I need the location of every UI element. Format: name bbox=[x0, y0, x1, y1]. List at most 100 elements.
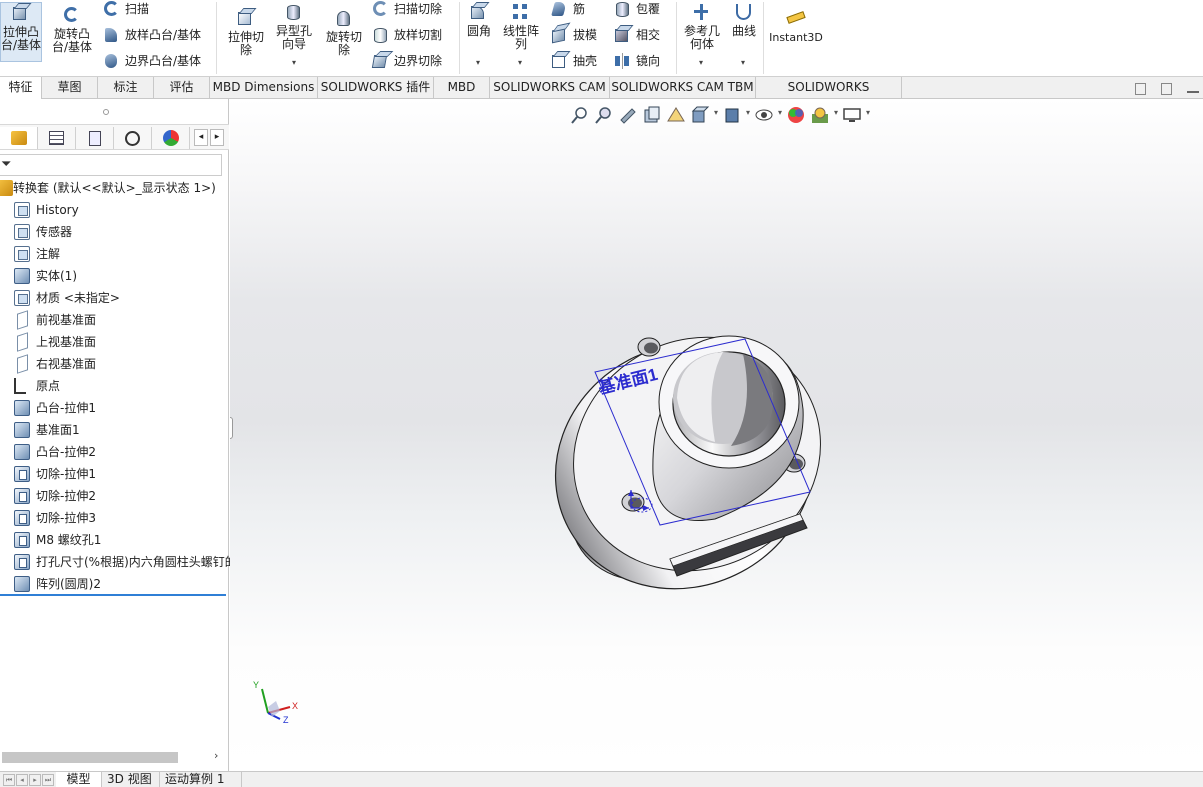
rib-button[interactable]: 筋 bbox=[549, 0, 585, 19]
tree-item[interactable]: 实体(1) bbox=[0, 265, 229, 287]
tree-item[interactable]: 注解 bbox=[0, 243, 229, 265]
linear-pattern-dropdown-icon[interactable]: ▾ bbox=[518, 58, 522, 67]
reference-geometry-button[interactable]: 参考几 何体 bbox=[680, 2, 724, 51]
zoom-to-fit-icon[interactable] bbox=[570, 105, 590, 125]
section-view-icon[interactable] bbox=[642, 105, 662, 125]
prev-tab-icon[interactable]: ◂ bbox=[16, 774, 28, 786]
tab-3d-views[interactable]: 3D 视图 bbox=[102, 772, 160, 787]
tree-item[interactable]: History bbox=[0, 199, 229, 221]
next-tab-icon[interactable]: ▸ bbox=[29, 774, 41, 786]
sweep-button[interactable]: 扫描 bbox=[101, 0, 149, 19]
dimxpert-manager-tab-icon[interactable] bbox=[114, 127, 152, 149]
fillet-button[interactable]: 圆角 bbox=[462, 2, 496, 38]
tree-item[interactable]: 切除-拉伸3 bbox=[0, 507, 229, 529]
hole-wizard-button[interactable]: 异型孔 向导 bbox=[272, 2, 316, 51]
manager-tabs: ◂ ▸ bbox=[0, 124, 229, 150]
tree-item[interactable]: 上视基准面 bbox=[0, 331, 229, 353]
tree-item[interactable]: 前视基准面 bbox=[0, 309, 229, 331]
display-style-icon[interactable] bbox=[722, 105, 750, 125]
previous-view-icon[interactable] bbox=[618, 105, 638, 125]
tree-item[interactable]: 打孔尺寸(%根据)内六角圆柱头螺钉的 bbox=[0, 551, 237, 573]
rollback-bar[interactable] bbox=[0, 594, 226, 596]
boundary-boss-button[interactable]: 边界凸台/基体 bbox=[101, 51, 201, 71]
wrap-button[interactable]: 包覆 bbox=[612, 0, 660, 19]
plane-icon bbox=[17, 310, 28, 330]
graphics-area[interactable]: 基准面1 X Y Z bbox=[230, 99, 1203, 771]
tab-model[interactable]: 模型 bbox=[56, 772, 102, 787]
tree-item[interactable]: 凸台-拉伸2 bbox=[0, 441, 229, 463]
view-orientation-icon[interactable] bbox=[690, 105, 718, 125]
tree-item[interactable]: 切除-拉伸1 bbox=[0, 463, 229, 485]
mirror-button[interactable]: 镜向 bbox=[612, 51, 660, 71]
hole-wizard-label: 异型孔 向导 bbox=[275, 24, 312, 51]
instant3d-button[interactable]: Instant3D bbox=[768, 8, 824, 44]
tree-root-part[interactable]: 转换套 (默认<<默认>_显示状态 1>) bbox=[0, 177, 229, 199]
zoom-to-area-icon[interactable] bbox=[594, 105, 614, 125]
display-manager-tab-icon[interactable] bbox=[152, 127, 190, 149]
boundary-cut-button[interactable]: 边界切除 bbox=[370, 51, 442, 71]
tree-horizontal-scrollbar[interactable]: › bbox=[0, 749, 229, 765]
edit-appearance-icon[interactable] bbox=[786, 105, 806, 125]
revolve-cut-button[interactable]: 旋转切 除 bbox=[322, 8, 366, 57]
ribbon-separator bbox=[216, 2, 217, 74]
tile-right-icon[interactable] bbox=[1161, 83, 1172, 95]
instant3d-label: Instant3D bbox=[769, 31, 823, 44]
curves-button[interactable]: 曲线 bbox=[729, 2, 759, 38]
fillet-dropdown-icon[interactable]: ▾ bbox=[476, 58, 480, 67]
tab-features[interactable]: 特征 bbox=[0, 77, 42, 99]
shell-button[interactable]: 抽壳 bbox=[549, 51, 597, 71]
scroll-right-icon[interactable]: › bbox=[214, 749, 218, 762]
extrude-boss-button[interactable]: 拉伸凸 台/基体 bbox=[0, 2, 42, 62]
tab-sketch[interactable]: 草图 bbox=[42, 77, 98, 99]
panel-splitter-handle[interactable] bbox=[103, 109, 109, 115]
tree-item[interactable]: 切除-拉伸2 bbox=[0, 485, 229, 507]
tree-filter-input[interactable]: ⏷ bbox=[0, 154, 222, 176]
panel-collapse-handle[interactable] bbox=[230, 417, 233, 439]
tree-item[interactable]: 材质 <未指定> bbox=[0, 287, 229, 309]
feature-manager-tab-icon[interactable] bbox=[0, 127, 38, 149]
last-tab-icon[interactable]: ⏭ bbox=[42, 774, 54, 786]
tree-item[interactable]: 传感器 bbox=[0, 221, 229, 243]
scrollbar-thumb[interactable] bbox=[2, 752, 178, 763]
hole-wizard-dropdown-icon[interactable]: ▾ bbox=[292, 58, 296, 67]
tab-scroll-right-icon[interactable]: ▸ bbox=[210, 129, 224, 146]
sweep-cut-button[interactable]: 扫描切除 bbox=[370, 0, 442, 19]
loft-boss-button[interactable]: 放样凸台/基体 bbox=[101, 25, 201, 45]
draft-button[interactable]: 拔模 bbox=[549, 25, 597, 45]
tab-mbd[interactable]: MBD bbox=[434, 77, 490, 99]
intersect-button[interactable]: 相交 bbox=[612, 25, 660, 45]
property-manager-tab-icon[interactable] bbox=[38, 127, 76, 149]
tile-left-icon[interactable] bbox=[1135, 83, 1146, 95]
tab-markup[interactable]: 标注 bbox=[98, 77, 154, 99]
tab-evaluate[interactable]: 评估 bbox=[154, 77, 210, 99]
first-tab-icon[interactable]: ⏮ bbox=[3, 774, 15, 786]
part-model-3d[interactable]: 基准面1 bbox=[545, 314, 835, 594]
tab-motion-study-1[interactable]: 运动算例 1 bbox=[160, 772, 242, 787]
apply-scene-icon[interactable] bbox=[810, 105, 838, 125]
tab-solidworks-inspection[interactable]: SOLIDWORKS Inspection bbox=[756, 77, 902, 115]
hide-show-items-icon[interactable] bbox=[754, 105, 782, 125]
revolve-boss-button[interactable]: 旋转凸 台/基体 bbox=[49, 5, 95, 54]
tab-mbd-dimensions[interactable]: MBD Dimensions bbox=[210, 77, 318, 99]
tree-item[interactable]: 基准面1 bbox=[0, 419, 229, 441]
tree-item[interactable]: 原点 bbox=[0, 375, 229, 397]
tree-item[interactable]: 阵列(圆周)2 bbox=[0, 573, 229, 595]
tree-item[interactable]: 凸台-拉伸1 bbox=[0, 397, 229, 419]
loft-cut-button[interactable]: 放样切割 bbox=[370, 25, 442, 45]
tab-scroll-left-icon[interactable]: ◂ bbox=[194, 129, 208, 146]
tab-solidworks-addins[interactable]: SOLIDWORKS 插件 bbox=[318, 77, 434, 99]
instant3d-icon bbox=[785, 8, 807, 30]
linear-pattern-button[interactable]: 线性阵 列 bbox=[500, 2, 542, 51]
tab-solidworks-cam[interactable]: SOLIDWORKS CAM bbox=[490, 77, 610, 99]
tab-solidworks-cam-tbm[interactable]: SOLIDWORKS CAM TBM bbox=[610, 77, 756, 99]
tree-item[interactable]: 右视基准面 bbox=[0, 353, 229, 375]
dynamic-annotation-icon[interactable] bbox=[666, 105, 686, 125]
curves-dropdown-icon[interactable]: ▾ bbox=[741, 58, 745, 67]
reference-geometry-dropdown-icon[interactable]: ▾ bbox=[699, 58, 703, 67]
minimize-icon[interactable] bbox=[1187, 91, 1199, 93]
boundary-boss-label: 边界凸台/基体 bbox=[125, 54, 202, 68]
view-settings-icon[interactable] bbox=[842, 105, 870, 125]
extrude-cut-button[interactable]: 拉伸切 除 bbox=[224, 8, 268, 57]
configuration-manager-tab-icon[interactable] bbox=[76, 127, 114, 149]
tree-item[interactable]: M8 螺纹孔1 bbox=[0, 529, 229, 551]
